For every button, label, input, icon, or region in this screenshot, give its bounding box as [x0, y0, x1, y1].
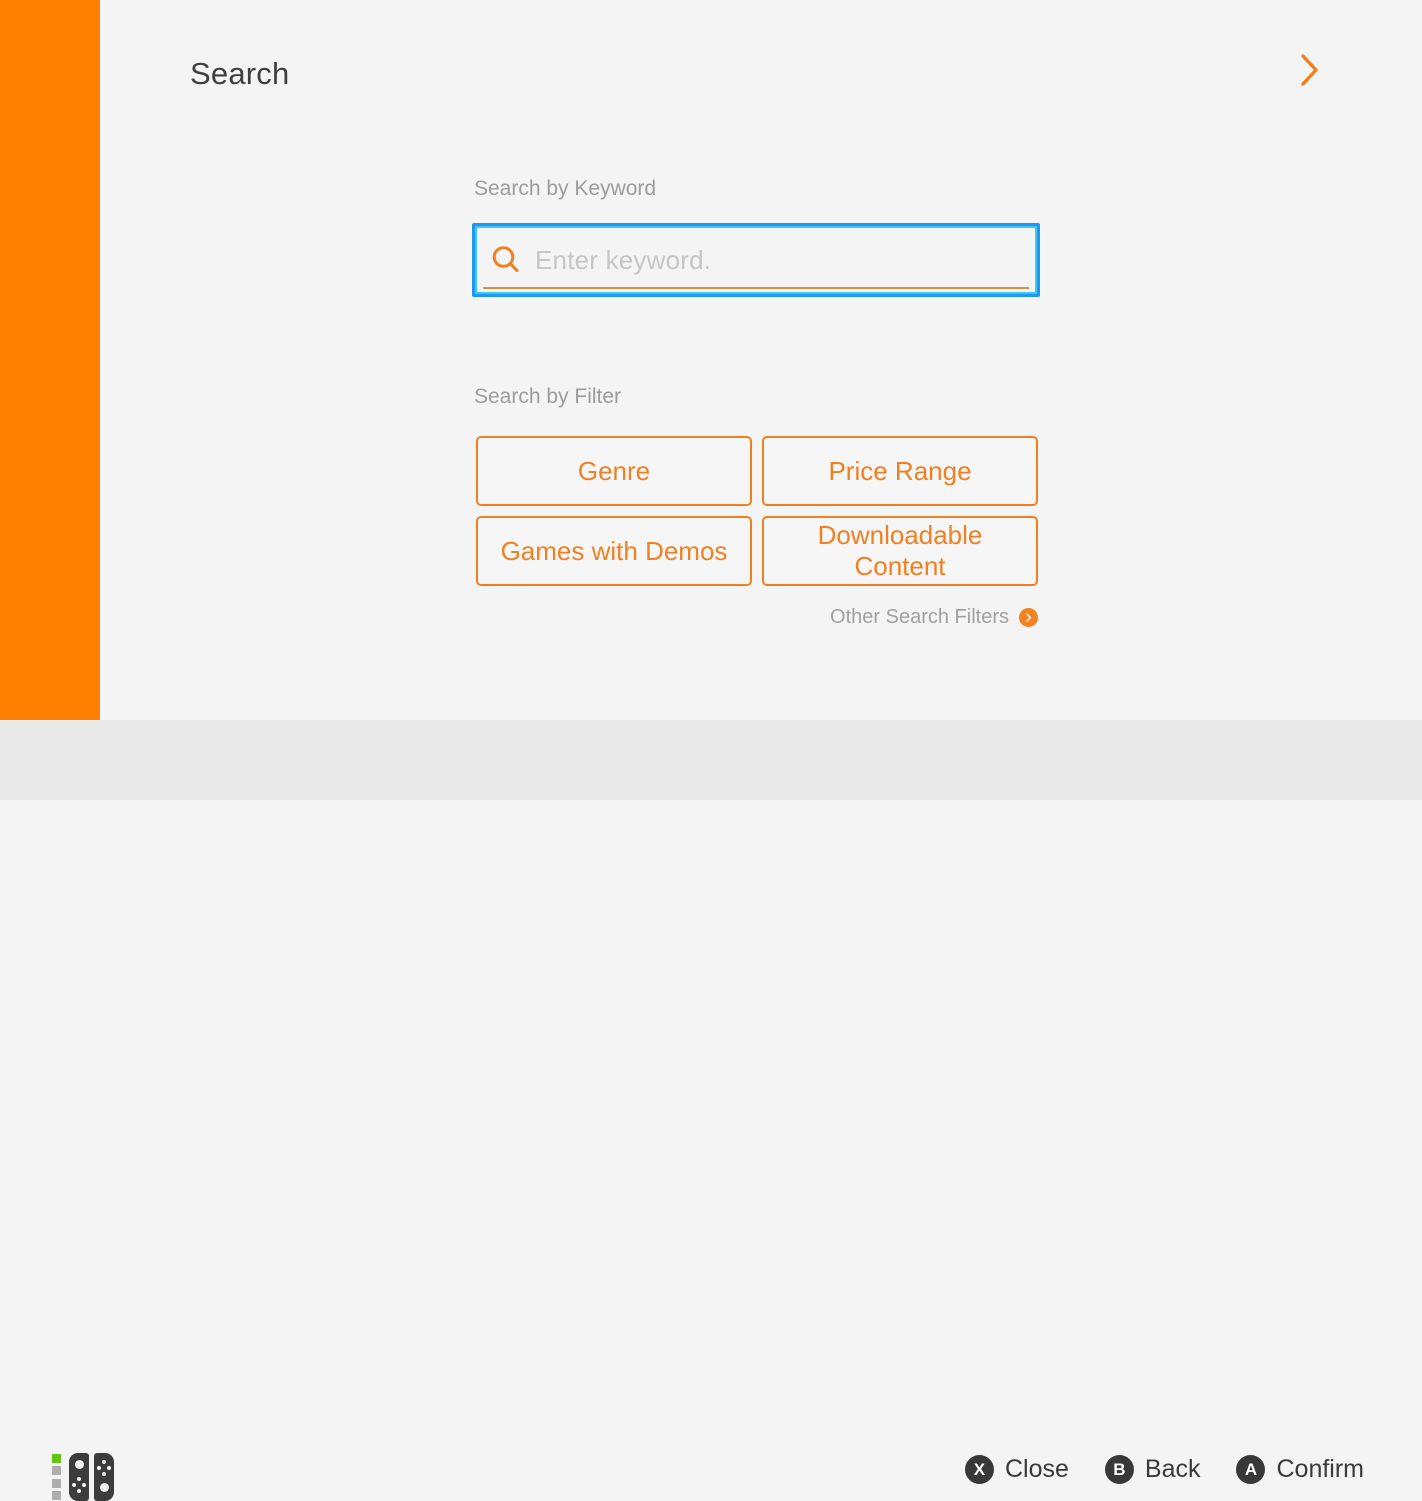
- filter-button-price-range[interactable]: Price Range: [762, 436, 1038, 506]
- player-led-3: [52, 1478, 61, 1488]
- next-page-chevron-icon[interactable]: [1290, 50, 1330, 90]
- other-search-filters-label: Other Search Filters: [830, 606, 1009, 628]
- filter-button-downloadable-content[interactable]: Downloadable Content: [762, 516, 1038, 586]
- search-by-keyword-label: Search by Keyword: [474, 177, 657, 200]
- player-led-1: [52, 1454, 61, 1463]
- right-stick-icon: [99, 1483, 109, 1492]
- eshop-search-screen: Search Search by Keyword Enter keyword. …: [0, 0, 1422, 1501]
- hint-confirm-label: Confirm: [1276, 1455, 1364, 1483]
- dpad-right-icon: [82, 1483, 86, 1487]
- left-orange-rail: [0, 0, 100, 720]
- button-x-glyph-icon: X: [964, 1455, 994, 1484]
- chevron-right-circle-icon: [1019, 608, 1038, 627]
- bottom-bar: X Close B Back A Confirm: [0, 720, 1422, 1501]
- joycon-left: [69, 1453, 89, 1501]
- search-input-placeholder: Enter keyword.: [535, 244, 712, 275]
- page-title: Search: [190, 56, 290, 91]
- main-content: Search Search by Keyword Enter keyword. …: [100, 0, 1422, 720]
- button-a-icon: [107, 1466, 111, 1470]
- dpad-up-icon: [77, 1477, 81, 1481]
- filter-button-grid: Genre Price Range Games with Demos Downl…: [476, 436, 1038, 586]
- button-b-icon: [102, 1472, 106, 1476]
- filter-button-genre[interactable]: Genre: [476, 436, 752, 506]
- button-a-glyph-icon: A: [1236, 1455, 1266, 1484]
- button-x-icon: [102, 1460, 106, 1464]
- hint-confirm[interactable]: A Confirm: [1236, 1455, 1364, 1484]
- joycon-pair: [69, 1453, 114, 1501]
- joycon-controller-icon: [52, 1453, 114, 1501]
- button-b-glyph-icon: B: [1104, 1455, 1134, 1484]
- hint-back[interactable]: B Back: [1104, 1455, 1201, 1484]
- joycon-right: [94, 1453, 114, 1501]
- search-input[interactable]: Enter keyword.: [472, 223, 1040, 297]
- hint-back-label: Back: [1144, 1455, 1201, 1483]
- hint-close-label: Close: [1004, 1455, 1069, 1483]
- hint-close[interactable]: X Close: [964, 1455, 1069, 1484]
- button-y-icon: [97, 1466, 101, 1470]
- button-hints: X Close B Back A Confirm: [964, 1455, 1364, 1484]
- search-by-filter-label: Search by Filter: [474, 385, 622, 408]
- dpad-down-icon: [77, 1489, 81, 1493]
- other-search-filters-link[interactable]: Other Search Filters: [476, 606, 1038, 629]
- dpad-left-icon: [72, 1483, 76, 1487]
- left-stick-icon: [74, 1460, 84, 1469]
- player-indicator-leds: [52, 1454, 61, 1500]
- player-led-4: [52, 1490, 61, 1500]
- player-led-2: [52, 1466, 61, 1476]
- magnifier-icon: [489, 243, 523, 277]
- filter-button-games-with-demos[interactable]: Games with Demos: [476, 516, 752, 586]
